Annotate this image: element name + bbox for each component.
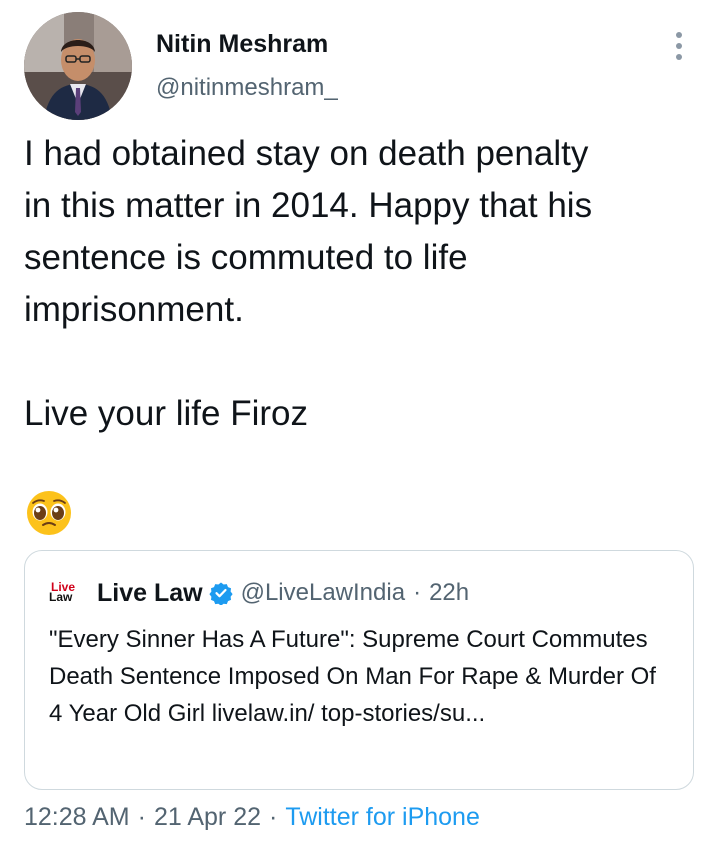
verified-badge-icon [208, 582, 233, 605]
quoted-author-handle[interactable]: @LiveLawIndia [241, 579, 405, 607]
avatar-photo-icon [24, 12, 132, 120]
tweet-time[interactable]: 12:28 AM [24, 803, 130, 831]
more-dot [676, 43, 682, 49]
pleading-face-emoji-icon [27, 491, 71, 535]
more-dot [676, 32, 682, 38]
author-avatar[interactable] [24, 12, 132, 120]
quoted-tweet-text: "Every Sinner Has A Future": Supreme Cou… [49, 626, 656, 727]
quoted-author-name[interactable]: Live Law [97, 579, 203, 608]
tweet-date[interactable]: 21 Apr 22 [154, 803, 261, 831]
quoted-tweet-card[interactable]: Live Law Live Law @LiveLawIndia · 22h "E… [24, 550, 694, 790]
logo-text-bottom: Law [49, 590, 73, 604]
quoted-tweet-time[interactable]: 22h [429, 579, 469, 607]
tweet-source-link[interactable]: Twitter for iPhone [285, 803, 480, 831]
author-name[interactable]: Nitin Meshram [156, 30, 328, 59]
separator-dot: · [413, 579, 422, 606]
quoted-tweet-header: Live Law Live Law @LiveLawIndia · 22h [49, 577, 469, 609]
separator-dot: · [269, 803, 278, 831]
tweet-text: I had obtained stay on death penalty in … [24, 134, 593, 433]
tweet-metadata: 12:28 AM · 21 Apr 22 · Twitter for iPhone [24, 803, 480, 832]
more-options-icon[interactable] [664, 28, 694, 64]
livelaw-logo-icon[interactable]: Live Law [49, 581, 85, 605]
more-dot [676, 54, 682, 60]
separator-dot: · [137, 803, 146, 831]
author-handle[interactable]: @nitinmeshram_ [156, 74, 338, 102]
